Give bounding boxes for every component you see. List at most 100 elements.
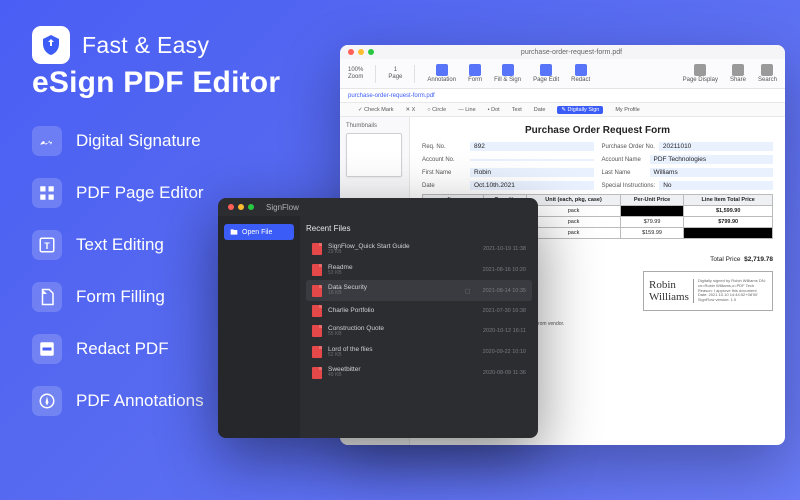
fill-sign-toolbar: ✓ Check Mark ✕ X ○ Circle — Line • Dot T…: [340, 103, 785, 117]
file-date: 2020-09-22 10:10: [483, 349, 526, 355]
search-button[interactable]: Search: [758, 64, 777, 83]
date-field: DateOct.10th.2021: [422, 181, 594, 190]
feature-label: Redact PDF: [76, 339, 169, 359]
feature-item: PDF Annotations: [32, 386, 204, 416]
firstname-field: First NameRobin: [422, 168, 594, 177]
x-tool[interactable]: ✕ X: [405, 107, 415, 113]
form-button[interactable]: Form: [468, 64, 482, 83]
minimize-icon[interactable]: [238, 204, 244, 210]
title: eSign PDF Editor: [32, 66, 280, 100]
recent-sidebar: Open File: [218, 216, 300, 438]
feature-label: Text Editing: [76, 235, 164, 255]
pdf-file-icon: [312, 367, 322, 379]
editor-titlebar: purchase-order-request-form.pdf: [340, 45, 785, 59]
pdf-file-icon: [312, 325, 322, 337]
pdf-file-icon: [312, 346, 322, 358]
file-date: 2020-10-12 16:11: [483, 328, 526, 334]
feature-item: PDF Page Editor: [32, 178, 204, 208]
page-thumbnail[interactable]: [346, 133, 402, 177]
list-item[interactable]: Readme53 KB 2021-08-16 10:20: [306, 260, 532, 281]
list-item[interactable]: Lord of the flies52 KB 2020-09-22 10:10: [306, 342, 532, 363]
list-item[interactable]: Data Security18 KB ◻ 2021-08-14 10:35: [306, 280, 532, 301]
pono-field: Purchase Order No.20211010: [602, 142, 774, 151]
file-date: 2021-07-30 16:38: [483, 308, 526, 314]
fill-sign-button[interactable]: Fill & Sign: [494, 64, 521, 83]
feature-label: Digital Signature: [76, 131, 201, 151]
hero: Fast & Easy eSign PDF Editor: [32, 26, 280, 100]
feature-item: Digital Signature: [32, 126, 204, 156]
close-icon[interactable]: [348, 49, 354, 55]
list-item[interactable]: Sweetbitter49 KB 2020-08-09 11:36: [306, 362, 532, 383]
window-title: purchase-order-request-form.pdf: [358, 49, 785, 56]
file-date: 2021-08-16 10:20: [483, 267, 526, 273]
recent-titlebar: SignFlow: [218, 198, 538, 216]
text-icon: T: [32, 230, 62, 260]
digitally-sign-tool[interactable]: ✎ Digitally Sign: [557, 106, 603, 114]
feature-list: Digital Signature PDF Page Editor T Text Ed…: [32, 126, 204, 438]
dot-tool[interactable]: • Dot: [488, 107, 500, 113]
grid-icon: [32, 178, 62, 208]
list-item[interactable]: SignFlow_Quick Start Guide29 KB 2021-10-1…: [306, 239, 532, 260]
feature-label: Form Filling: [76, 287, 165, 307]
file-list: SignFlow_Quick Start Guide29 KB 2021-10-1…: [306, 239, 532, 383]
pdf-file-icon: [312, 243, 322, 255]
pdf-file-icon: [312, 264, 322, 276]
page-display-button[interactable]: Page Display: [683, 64, 718, 83]
thumbnails-title: Thumbnails: [346, 123, 403, 129]
annotation-button[interactable]: Annotation: [427, 64, 456, 83]
file-name: Charlie Portfolio: [328, 307, 477, 314]
circle-tool[interactable]: ○ Circle: [427, 107, 446, 113]
text-tool[interactable]: Text: [512, 107, 522, 113]
document-tab[interactable]: purchase-order-request-form.pdf: [348, 93, 435, 99]
list-item[interactable]: Construction Quote55 KB 2020-10-12 16:11: [306, 321, 532, 342]
date-tool[interactable]: Date: [534, 107, 546, 113]
feature-label: PDF Annotations: [76, 391, 204, 411]
pdf-file-icon: [312, 285, 322, 297]
special-field: Special Instructions:No: [602, 181, 774, 190]
file-name: Readme53 KB: [328, 264, 477, 277]
pen-icon: [32, 386, 62, 416]
signature-box[interactable]: Robin Williams Digitally signed by Robin…: [643, 271, 773, 311]
lastname-field: Last NameWilliams: [602, 168, 774, 177]
share-button[interactable]: Share: [730, 64, 746, 83]
signature-icon: [32, 126, 62, 156]
open-file-button[interactable]: Open File: [224, 224, 294, 240]
line-tool[interactable]: — Line: [458, 107, 475, 113]
signature-meta: Digitally signed by Robin Williams DN: c…: [693, 279, 767, 303]
recent-main: Recent Files SignFlow_Quick Start Guide2…: [300, 216, 538, 438]
bookmark-icon[interactable]: ◻: [465, 287, 471, 295]
redact-icon: [32, 334, 62, 364]
my-profile-button[interactable]: My Profile: [615, 107, 639, 113]
doc-title: Purchase Order Request Form: [422, 125, 773, 136]
file-name: Construction Quote55 KB: [328, 325, 477, 338]
redact-button[interactable]: Redact: [571, 64, 590, 83]
recent-heading: Recent Files: [306, 224, 532, 233]
file-name: Lord of the flies52 KB: [328, 346, 477, 359]
checkmark-tool[interactable]: ✓ Check Mark: [358, 107, 393, 113]
zoom-control[interactable]: 100%Zoom: [348, 67, 363, 80]
file-name: Sweetbitter49 KB: [328, 366, 477, 379]
pdf-file-icon: [312, 305, 322, 317]
tagline: Fast & Easy: [82, 32, 209, 59]
acctname-field: Account NamePDF Technologies: [602, 155, 774, 164]
close-icon[interactable]: [228, 204, 234, 210]
list-item[interactable]: Charlie Portfolio 2021-07-30 16:38: [306, 301, 532, 321]
svg-text:T: T: [44, 241, 50, 251]
file-date: 2021-10-19 11:38: [483, 246, 526, 252]
feature-item: T Text Editing: [32, 230, 204, 260]
feature-item: Redact PDF: [32, 334, 204, 364]
file-name: Data Security18 KB: [328, 284, 459, 297]
feature-item: Form Filling: [32, 282, 204, 312]
file-date: 2021-08-14 10:35: [483, 288, 526, 294]
document-tabs: purchase-order-request-form.pdf: [340, 89, 785, 103]
editor-toolbar: 100%Zoom 1Page Annotation Form Fill & Si…: [340, 59, 785, 89]
file-name: SignFlow_Quick Start Guide29 KB: [328, 243, 477, 256]
file-date: 2020-08-09 11:36: [483, 370, 526, 376]
maximize-icon[interactable]: [248, 204, 254, 210]
folder-icon: [230, 228, 238, 236]
acctno-field: Account No.: [422, 155, 594, 164]
feature-label: PDF Page Editor: [76, 183, 204, 203]
page-edit-button[interactable]: Page Edit: [533, 64, 559, 83]
page-control[interactable]: 1Page: [388, 67, 402, 80]
recent-files-window: SignFlow Open File Recent Files SignFlow…: [218, 198, 538, 438]
